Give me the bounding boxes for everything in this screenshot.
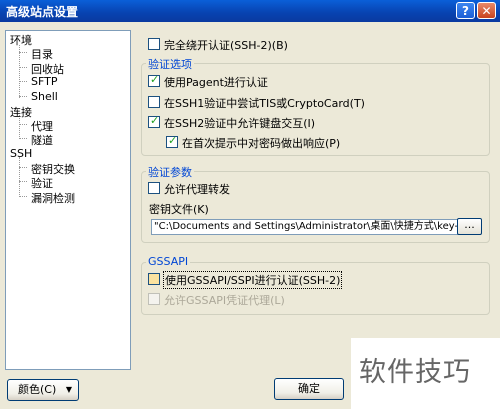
tree-item-environment[interactable]: 环境 — [10, 32, 32, 48]
watermark: 软件技巧 — [351, 338, 500, 409]
tree-item-directory[interactable]: 目录 — [31, 46, 53, 62]
first-prompt-password-checkbox[interactable] — [166, 134, 178, 148]
first-prompt-password-label: 在首次提示中对密码做出响应(P) — [182, 137, 341, 150]
tree-item-ssh[interactable]: SSH — [10, 147, 32, 160]
keyboard-interactive-label: 在SSH2验证中允许键盘交互(I) — [164, 117, 316, 130]
tree-item-vulnerability-check[interactable]: 漏洞检测 — [31, 190, 75, 206]
keyfile-label: 密钥文件(K) — [149, 203, 209, 216]
browse-button[interactable]: ... — [457, 218, 482, 235]
ok-button[interactable]: 确定 — [274, 378, 344, 400]
gssapi-auth-label: 使用GSSAPI/SSPI进行认证(SSH-2) — [163, 271, 343, 289]
keyboard-interactive-checkbox[interactable] — [148, 114, 160, 128]
window-title: 高级站点设置 — [6, 5, 79, 19]
color-button-label: 颜色(C) — [18, 383, 57, 396]
watermark-text: 软件技巧 — [359, 357, 471, 388]
title-bar: 高级站点设置 ? ✕ — [0, 0, 500, 22]
gssapi-title: GSSAPI — [146, 255, 191, 268]
color-button[interactable]: 颜色(C) ▼ — [7, 379, 79, 401]
tree-item-sftp[interactable]: SFTP — [31, 75, 57, 88]
pagent-checkbox[interactable] — [148, 73, 160, 87]
bypass-auth-label: 完全绕开认证(SSH-2)(B) — [164, 39, 288, 52]
tis-cryptocard-label: 在SSH1验证中尝试TIS或CryptoCard(T) — [164, 97, 365, 110]
tree-item-shell[interactable]: Shell — [31, 90, 58, 103]
pagent-label: 使用Pagent进行认证 — [164, 76, 268, 89]
verify-params-title: 验证参数 — [146, 164, 194, 180]
gssapi-delegation-checkbox — [148, 293, 160, 305]
gssapi-auth-checkbox[interactable] — [148, 273, 160, 285]
category-tree[interactable]: 环境 目录 回收站 SFTP Shell 连接 代理 隧道 SSH 密钥交换 验… — [5, 30, 131, 370]
help-button[interactable]: ? — [456, 2, 475, 19]
close-button[interactable]: ✕ — [477, 2, 496, 19]
verify-options-title: 验证选项 — [146, 56, 194, 72]
tree-item-connection[interactable]: 连接 — [10, 104, 32, 120]
tree-item-tunnel[interactable]: 隧道 — [31, 132, 53, 148]
gssapi-delegation-label: 允许GSSAPI凭证代理(L) — [164, 294, 285, 307]
tree-item-authentication[interactable]: 验证 — [31, 175, 53, 191]
chevron-down-icon: ▼ — [65, 385, 72, 394]
bypass-auth-checkbox[interactable] — [148, 38, 160, 50]
agent-forward-label: 允许代理转发 — [164, 183, 230, 196]
agent-forward-checkbox[interactable] — [148, 182, 160, 194]
keyfile-input[interactable]: "C:\Documents and Settings\Administrator… — [151, 219, 481, 235]
tis-cryptocard-checkbox[interactable] — [148, 96, 160, 108]
